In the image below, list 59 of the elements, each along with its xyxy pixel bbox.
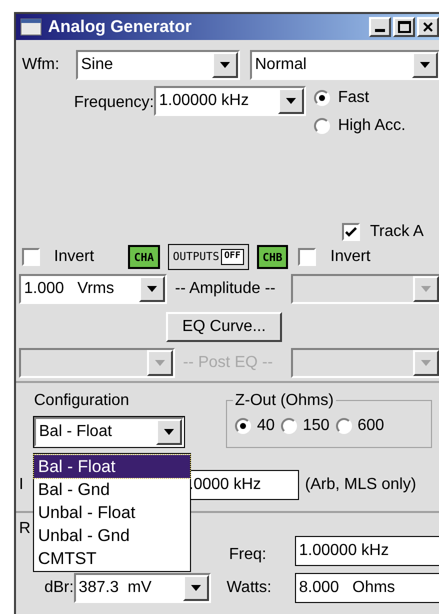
radio-label: Fast: [338, 88, 370, 108]
checkbox[interactable]: [342, 223, 360, 241]
radio-button[interactable]: [336, 418, 352, 434]
checkbox[interactable]: [298, 248, 316, 266]
checkbox-label: Invert: [54, 247, 96, 267]
dropdown-option[interactable]: Unbal - Gnd: [34, 524, 190, 547]
freq-field[interactable]: 1.00000 kHz: [295, 536, 439, 566]
waveform-label: Wfm:: [22, 55, 60, 75]
interval-label: I: [19, 476, 24, 493]
checkbox-label: Invert: [330, 247, 370, 267]
dropdown-option[interactable]: CMTST: [34, 547, 190, 570]
caret-icon: [420, 62, 430, 68]
window-title: Analog Generator: [48, 16, 193, 38]
caret-icon: [190, 585, 201, 591]
maximize-button[interactable]: [393, 17, 415, 37]
dropdown[interactable]: Sine: [76, 50, 240, 80]
minimize-button[interactable]: [369, 17, 391, 37]
dropdown[interactable]: Normal: [250, 50, 439, 80]
caret-icon: [155, 360, 165, 366]
amplitude-label: -- Amplitude --: [174, 279, 276, 299]
channel-badge: CHB: [256, 245, 288, 269]
caret-icon: [220, 62, 230, 68]
dropdown[interactable]: [291, 348, 439, 378]
eq-curve-button[interactable]: EQ Curve...: [166, 312, 282, 342]
radio-button[interactable]: [235, 418, 251, 434]
interval-note: (Arb, MLS only): [305, 475, 416, 495]
caret-icon: [286, 98, 296, 104]
watts-label: Watts:: [226, 578, 272, 598]
channel-badge: CHA: [128, 245, 160, 269]
outputs-button[interactable]: OUTPUTS OFF: [168, 244, 248, 270]
dropdown-option[interactable]: Unbal - Float: [34, 501, 190, 524]
radio-label: High Acc.: [338, 116, 406, 136]
caret-icon: [164, 429, 174, 435]
caret-icon: [421, 286, 431, 292]
window-icon: [20, 18, 42, 36]
radio-label: 600: [358, 416, 384, 436]
watts-field[interactable]: 8.000 Ohms: [295, 573, 439, 603]
dropdown[interactable]: Bal - Float: [34, 417, 184, 447]
reference-label: R: [19, 520, 31, 537]
configuration-label: Configuration: [34, 391, 130, 411]
frequency-label: Frequency:: [72, 93, 154, 113]
dropdown[interactable]: 1.000 Vrms: [19, 274, 167, 304]
caret-icon: [147, 286, 157, 292]
radio-button[interactable]: [314, 118, 330, 134]
dbr-label: dBr:: [43, 578, 74, 598]
checkbox[interactable]: [22, 248, 40, 266]
dropdown-option[interactable]: Bal - Float: [34, 455, 190, 478]
checkbox-label: Track A: [370, 222, 424, 242]
outputs-state: OFF: [221, 249, 244, 265]
dropdown[interactable]: 1.00000 kHz: [154, 86, 306, 116]
radio-label: 150: [302, 416, 330, 436]
radio-button[interactable]: [314, 90, 330, 106]
dropdown[interactable]: 387.3 mV: [74, 573, 211, 603]
close-icon: [423, 22, 433, 32]
radio-label: 40: [257, 416, 275, 436]
close-button[interactable]: [417, 17, 439, 37]
radio-button[interactable]: [280, 418, 297, 434]
caret-icon: [421, 360, 431, 366]
freq-label: Freq:: [229, 545, 268, 565]
